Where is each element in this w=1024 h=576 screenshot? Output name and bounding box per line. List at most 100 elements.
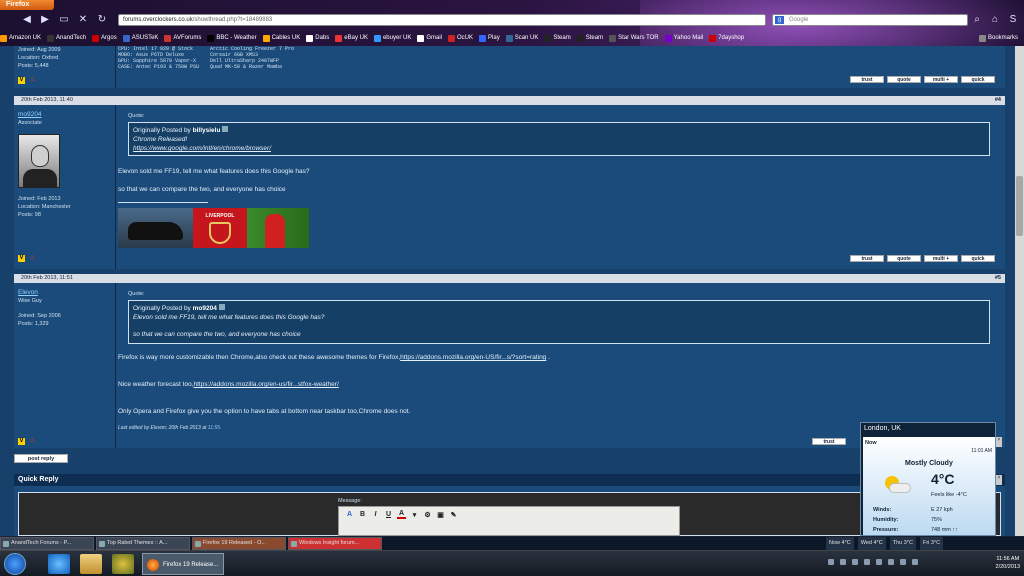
start-button[interactable] xyxy=(4,553,26,575)
internet-explorer-icon[interactable] xyxy=(48,554,70,574)
bookmark-item[interactable]: AVForums xyxy=(164,32,201,44)
user-title: Wise Guy xyxy=(18,298,42,304)
multi-quote-button[interactable]: multi + xyxy=(924,76,958,83)
image-icon[interactable]: ▣ xyxy=(436,511,445,519)
forward-icon[interactable]: ▶ xyxy=(38,13,52,27)
search-go-icon[interactable]: ⌕ xyxy=(970,13,984,27)
message-label: Message: xyxy=(338,498,362,504)
tab-anandtech[interactable]: AnandTech Forums - P... xyxy=(0,537,94,550)
bookmark-item[interactable]: Dabs xyxy=(306,32,329,44)
bold-button[interactable]: B xyxy=(358,511,367,518)
firefox-menu-button[interactable]: Firefox xyxy=(0,0,54,10)
weather-popup: London, UK Now 11:01 AM Mostly Cloudy 4°… xyxy=(860,422,996,536)
url-bar[interactable]: forums.overclockers.co.uk/showthread.php… xyxy=(118,14,766,26)
message-editor[interactable]: A B I U A ▾ ⚙ ▣ ✎ xyxy=(338,506,680,536)
scrollbar-thumb[interactable] xyxy=(1016,176,1023,236)
tab-windows-insight[interactable]: Windows Insight forum... xyxy=(288,537,382,550)
tray-icon[interactable] xyxy=(864,559,870,565)
trust-button[interactable]: trust xyxy=(850,255,884,262)
reputation-icon[interactable]: V xyxy=(18,255,25,262)
trust-button[interactable]: trust xyxy=(850,76,884,83)
bookmark-item[interactable]: Steam xyxy=(544,32,571,44)
quote-link[interactable]: https://www.google.com/intl/en/chrome/br… xyxy=(133,145,271,152)
text-color-button[interactable]: A xyxy=(397,510,406,519)
trust-button[interactable]: trust xyxy=(812,438,846,445)
weather-close-icon[interactable]: × xyxy=(996,437,1002,447)
print-icon[interactable]: ▭ xyxy=(57,13,71,27)
forecast-item[interactable]: Thu 3°C xyxy=(889,537,916,550)
bookmark-item[interactable]: ebuyer UK xyxy=(373,32,411,44)
smiley-icon[interactable]: ⚙ xyxy=(423,511,432,519)
italic-button[interactable]: I xyxy=(371,511,380,518)
tab-themes[interactable]: Top Rated Themes :: A... xyxy=(96,537,190,550)
flag-icon[interactable] xyxy=(912,559,918,565)
post-username[interactable]: mo9204 xyxy=(18,111,42,118)
firefox-taskbar-button[interactable]: Firefox 19 Release... xyxy=(142,553,224,575)
bookmark-item[interactable]: AnandTech xyxy=(47,32,86,44)
file-explorer-icon[interactable] xyxy=(80,554,102,574)
skype-icon[interactable]: S xyxy=(1006,13,1020,27)
post-number[interactable]: #5 xyxy=(995,274,1001,283)
quick-reply-button[interactable]: quick xyxy=(961,76,995,83)
bookmark-item[interactable]: BBC - Weather xyxy=(207,32,257,44)
post-reply-button[interactable]: post reply xyxy=(14,454,68,463)
bookmark-item[interactable]: Scan UK xyxy=(505,32,538,44)
quote-button[interactable]: quote xyxy=(887,76,921,83)
tab-firefox-19[interactable]: Firefox 19 Released - O... xyxy=(192,537,286,550)
reputation-icon[interactable]: V xyxy=(18,438,25,445)
bookmark-item[interactable]: Star Wars TOR xyxy=(609,32,659,44)
post-text: so that we can compare the two, and ever… xyxy=(118,186,286,193)
weather-now: Now xyxy=(865,440,877,446)
forecast-item[interactable]: Now 4°C xyxy=(826,537,854,550)
bookmark-item[interactable]: eBay UK xyxy=(335,32,368,44)
tray-icon[interactable] xyxy=(852,559,858,565)
media-player-icon[interactable] xyxy=(112,554,134,574)
back-icon[interactable]: ◀ xyxy=(20,13,34,27)
report-icon[interactable]: ⚠ xyxy=(29,438,36,445)
volume-icon[interactable] xyxy=(888,559,894,565)
bookmark-item[interactable]: 7dayshop xyxy=(709,32,744,44)
tray-icon[interactable] xyxy=(828,559,834,565)
bookmark-item[interactable]: OcUK xyxy=(448,32,473,44)
bookmark-item[interactable]: Argos xyxy=(92,32,117,44)
bookmark-item[interactable]: Yahoo Mail xyxy=(664,32,703,44)
tray-icon[interactable] xyxy=(840,559,846,565)
weather-condition: Mostly Cloudy xyxy=(905,460,953,467)
post-number[interactable]: #4 xyxy=(995,96,1001,105)
home-icon[interactable]: ⌂ xyxy=(988,13,1002,27)
edit-icon[interactable]: ✎ xyxy=(449,511,458,519)
view-post-icon[interactable] xyxy=(218,304,225,310)
report-icon[interactable]: ⚠ xyxy=(29,255,36,262)
network-icon[interactable] xyxy=(900,559,906,565)
bookmarks-menu[interactable]: Bookmarks xyxy=(978,32,1018,44)
underline-button[interactable]: U xyxy=(384,511,393,518)
chevron-down-icon[interactable]: ▾ xyxy=(410,511,419,519)
bookmark-item[interactable]: Steam xyxy=(576,32,603,44)
post-username[interactable]: Elevon xyxy=(18,289,38,296)
bookmark-item[interactable]: Amazon UK xyxy=(0,32,41,44)
weather-addon-link[interactable]: https://addons.mozilla.org/en-us/fir...s… xyxy=(194,381,339,388)
stop-icon[interactable]: ✕ xyxy=(76,13,90,27)
bookmark-item[interactable]: Gmail xyxy=(417,32,442,44)
quick-reply-button[interactable]: quick xyxy=(961,255,995,262)
report-icon[interactable]: ⚠ xyxy=(29,77,36,84)
view-post-icon[interactable] xyxy=(222,126,229,132)
font-icon[interactable]: A xyxy=(345,511,354,518)
theme-link[interactable]: https://addons.mozilla.org/en-US/fir...s… xyxy=(400,354,546,361)
signature-divider xyxy=(118,202,208,203)
clock[interactable]: 11:56 AM 2/20/2013 xyxy=(996,555,1020,571)
search-input[interactable]: g Google xyxy=(772,14,968,26)
quote-button[interactable]: quote xyxy=(887,255,921,262)
bookmark-item[interactable]: Play xyxy=(479,32,500,44)
forecast-item[interactable]: Wed 4°C xyxy=(857,537,886,550)
bookmark-item[interactable]: Cables UK xyxy=(262,32,300,44)
bookmark-item[interactable]: ASUSTeK xyxy=(122,32,158,44)
weather-close-icon[interactable]: × xyxy=(996,475,1002,485)
page-scrollbar[interactable] xyxy=(1015,46,1024,536)
url-path: /showthread.php?t=18489883 xyxy=(192,17,273,23)
forecast-item[interactable]: Fri 3°C xyxy=(919,537,944,550)
tray-icon[interactable] xyxy=(876,559,882,565)
reload-icon[interactable]: ↻ xyxy=(95,13,109,27)
reputation-icon[interactable]: V xyxy=(18,77,25,84)
multi-quote-button[interactable]: multi + xyxy=(924,255,958,262)
